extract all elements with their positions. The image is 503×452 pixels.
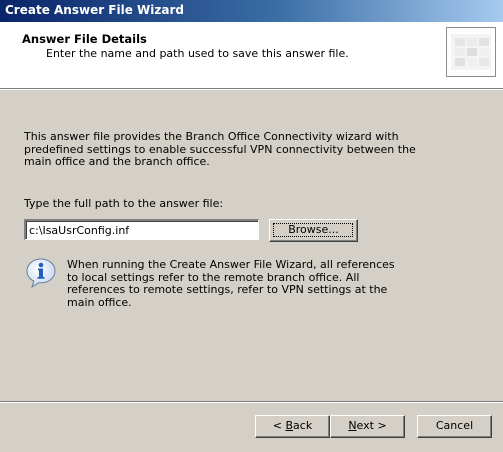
next-button-label: Next >	[348, 419, 387, 432]
cancel-button[interactable]: Cancel	[417, 415, 492, 438]
path-label: Type the full path to the answer file:	[24, 197, 224, 210]
footer-divider	[0, 401, 503, 403]
info-icon	[25, 257, 57, 289]
wizard-window: Create Answer File Wizard Answer File De…	[0, 0, 503, 452]
intro-text: This answer file provides the Branch Off…	[24, 130, 416, 168]
browse-button-label: Browse...	[288, 223, 339, 236]
next-button[interactable]: Next >	[330, 415, 405, 438]
browse-button[interactable]: Browse...	[269, 219, 358, 242]
wizard-graphic-icon	[446, 27, 496, 77]
answer-file-path-input[interactable]	[24, 219, 259, 240]
title-bar[interactable]: Create Answer File Wizard	[0, 0, 503, 22]
window-title: Create Answer File Wizard	[5, 3, 184, 17]
header-subtitle: Enter the name and path used to save thi…	[46, 47, 349, 60]
info-message: When running the Create Answer File Wiza…	[67, 258, 395, 309]
header-title: Answer File Details	[22, 32, 147, 46]
wizard-header: Answer File Details Enter the name and p…	[0, 22, 503, 88]
header-divider	[0, 88, 503, 90]
back-button[interactable]: < Back	[255, 415, 330, 438]
cancel-button-label: Cancel	[435, 419, 474, 432]
back-button-label: < Back	[272, 419, 313, 432]
